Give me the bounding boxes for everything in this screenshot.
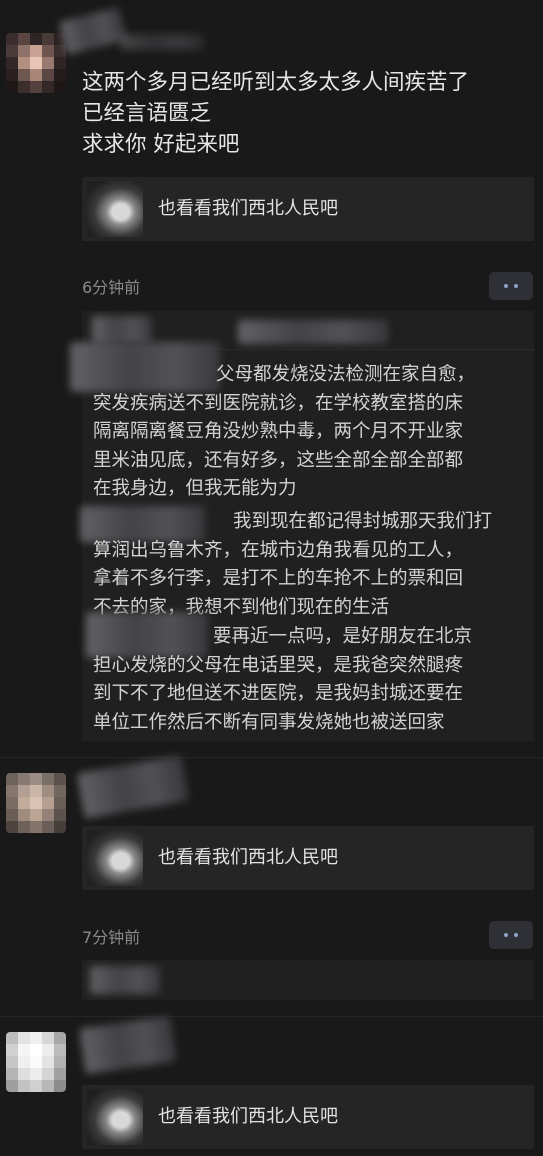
comment-line: 要再近一点吗，是好朋友在北京 [213,626,473,647]
comment: 要再近一点吗，是好朋友在北京 担心发烧的父母在电话里哭，是我爸突然腿疼 到下不了… [93,623,533,737]
comment-line: 拿着不多行李，是打不上的车抢不上的票和回 [93,568,464,589]
comment-line: 在我身边，但我无能为力 [93,478,297,499]
post-timestamp: 7分钟前 [82,928,141,947]
username-redacted[interactable] [76,755,190,819]
divider [0,1016,543,1017]
post-line: 这两个多月已经听到太多太多人间疾苦了 [82,70,470,95]
more-button[interactable] [489,921,533,949]
share-title: 也看看我们西北人民吧 [158,198,338,219]
more-button[interactable] [489,272,533,300]
comment-line: 担心发烧的父母在电话里哭，是我爸突然腿疼 [93,654,464,676]
avatar[interactable] [6,33,66,93]
more-dots-icon [504,933,508,937]
share-title: 也看看我们西北人民吧 [158,1106,338,1127]
divider [0,757,543,758]
comment: 我到现在都记得封城那天我们打 算润出乌鲁木齐，在城市边角我看见的工人， 拿着不多… [93,508,533,622]
comment-line: 单位工作然后不断有同事发烧她也被送回家 [93,711,445,733]
share-thumbnail-image [87,830,143,886]
comment-line: 隔离隔离餐豆角没炒熟中毒，两个月不开业家 [93,421,464,442]
more-dots-icon [514,933,518,937]
post-line: 求求你 好起来吧 [82,132,240,157]
comment-line: 里米油见底，还有好多，这些全部全部全部都 [93,449,464,471]
share-link-card[interactable]: 也看看我们西北人民吧 [82,177,534,241]
comment-line: 我到现在都记得封城那天我们打 [233,511,493,532]
share-link-card[interactable]: 也看看我们西北人民吧 [82,1085,534,1149]
share-thumbnail-image [87,1089,143,1145]
avatar[interactable] [6,773,66,833]
share-link-card[interactable]: 也看看我们西北人民吧 [82,826,534,890]
share-thumbnail-image [87,181,143,237]
likes-redacted [90,966,160,994]
likes-redacted [238,320,388,344]
comment-line: 突发疾病送不到医院就诊，在学校教室搭的床 [93,392,464,414]
post-timestamp: 6分钟前 [82,278,141,297]
username-redacted[interactable] [58,7,128,55]
username-redacted[interactable] [120,34,204,50]
comment-line: 到下不了地但送不进医院，是我妈封城还要在 [93,683,464,704]
comment-line: 父母都发烧没法检测在家自愈， [216,364,476,385]
comment: 父母都发烧没法检测在家自愈， 突发疾病送不到医院就诊，在学校教室搭的床 隔离隔离… [93,361,533,504]
likes-redacted [92,316,152,344]
username-redacted[interactable] [79,1015,177,1075]
post-content: 这两个多月已经听到太多太多人间疾苦了 已经言语匮乏 求求你 好起来吧 [82,67,527,160]
comment-line: 算润出乌鲁木齐，在城市边角我看见的工人， [93,539,464,561]
share-title: 也看看我们西北人民吧 [158,847,338,868]
post-line: 已经言语匮乏 [82,101,212,126]
more-dots-icon [514,284,518,288]
avatar[interactable] [6,1032,66,1092]
more-dots-icon [504,284,508,288]
